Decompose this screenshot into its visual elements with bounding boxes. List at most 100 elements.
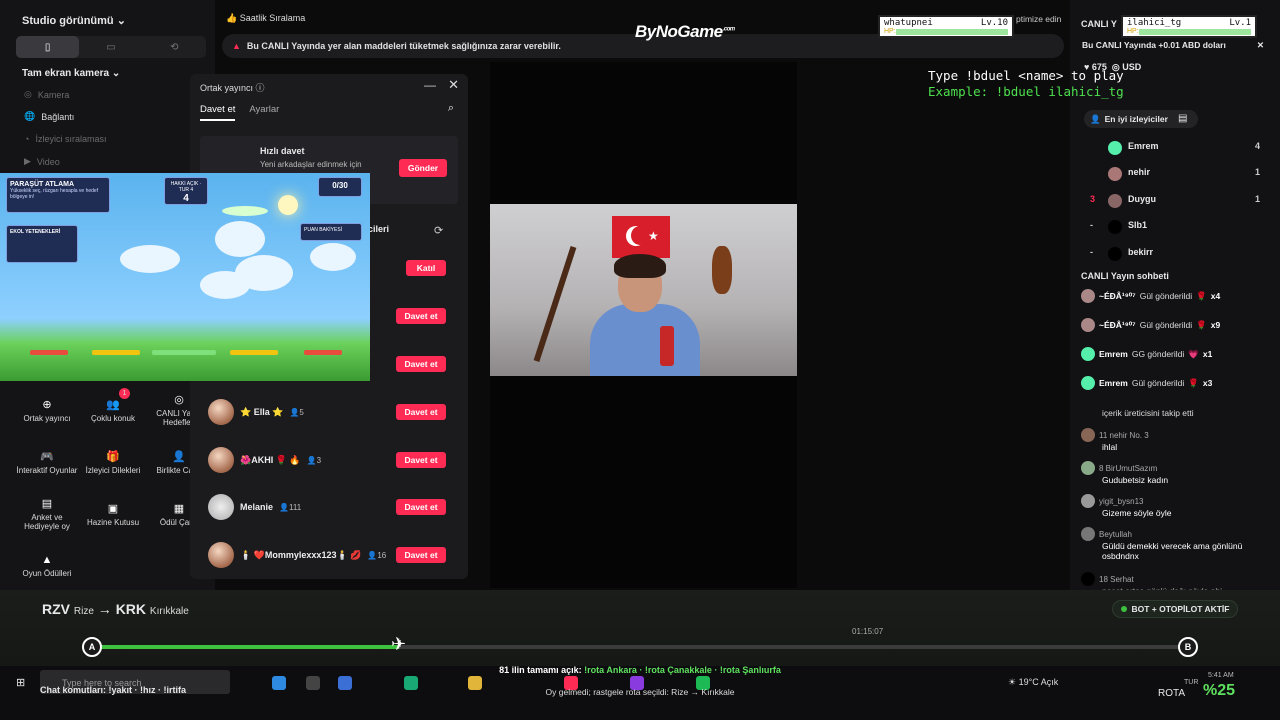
source-camera[interactable]: ◎ Kamera xyxy=(24,89,69,100)
chat-message: Beytullah Güldü demekki verecek ama gönl… xyxy=(1081,527,1271,561)
cohost-title: Ortak yayıncı ⓘ xyxy=(200,83,265,93)
streamer-hair xyxy=(614,254,666,278)
gift-message: Emrem GG gönderildi 💗 x1 xyxy=(1081,347,1212,361)
optimize-text: ptimize edin xyxy=(1016,14,1062,24)
studio-view-dropdown[interactable]: Studio görünümü ⌄ xyxy=(22,14,126,27)
send-button[interactable]: Gönder xyxy=(399,159,447,177)
users-icon: 👥 xyxy=(106,398,120,411)
quick-invite-desc: Yeni arkadaşlar edinmek için xyxy=(260,160,362,169)
duel-command-overlay: Type !bduel <name> to play Example: !bdu… xyxy=(928,68,1124,99)
avatar xyxy=(208,399,234,425)
close-icon[interactable]: ✕ xyxy=(448,77,459,93)
list-item: - bekirr xyxy=(1090,247,1260,261)
invite-button[interactable]: Davet et xyxy=(396,308,446,324)
cohost-tool[interactable]: ⊕ Ortak yayıncı xyxy=(16,388,78,432)
list-icon[interactable]: ▤ xyxy=(1178,113,1187,124)
tab-invite[interactable]: Davet et xyxy=(200,104,236,121)
source-video[interactable]: ▶ Video xyxy=(24,156,60,167)
microphone xyxy=(660,326,674,366)
invite-button[interactable]: Davet et xyxy=(396,356,446,372)
person-icon: 👤 xyxy=(172,450,186,463)
rota-percent: %25 xyxy=(1203,682,1236,699)
parachute-game: PARAŞÜT ATLAMA Yükseklik seç, rüzgarı he… xyxy=(0,173,370,381)
help-icon[interactable]: ⓘ xyxy=(256,83,265,93)
target-zone xyxy=(304,350,342,355)
skills-panel: EKOL YETENEKLERİ xyxy=(6,225,78,263)
game-rewards-tool[interactable]: ▲ Oyun Ödülleri xyxy=(16,544,78,588)
language-indicator[interactable]: TUR xyxy=(1184,679,1198,686)
route-start-node: A xyxy=(82,637,102,657)
gift-message: ~ÉÐÂ¹⁹⁰⁷ Gül gönderildi 🌹 x9 xyxy=(1081,318,1220,332)
gift-icon: 🎁 xyxy=(106,450,120,463)
opponent-hp-card: ilahici_tg Lv.1 HP: xyxy=(1121,15,1257,38)
autopilot-badge: BOT + OTOPİLOT AKTİF xyxy=(1112,600,1238,618)
interactive-games-tool[interactable]: 🎮 İnteraktif Oyunlar xyxy=(16,440,78,484)
multi-guest-tool[interactable]: 👥 Çoklu konuk 1 xyxy=(82,388,144,432)
cohost-tabs: Davet et Ayarlar xyxy=(200,104,279,121)
rotate-view-tab[interactable]: ⟲ xyxy=(143,36,206,58)
tablet-view-tab[interactable]: ▭ xyxy=(79,36,142,58)
follow-message: içerik üreticisini takip etti xyxy=(1102,408,1194,418)
avatar xyxy=(208,494,234,520)
rose-icon: 🌹 xyxy=(1188,377,1199,388)
fullscreen-camera-dropdown[interactable]: Tam ekran kamera ⌄ xyxy=(22,68,120,79)
clock: 5:41 AM xyxy=(1208,672,1234,679)
live-label: CANLI Y xyxy=(1081,19,1117,29)
person-icon: 👤 xyxy=(1090,113,1101,124)
viewer-count: 👤111 xyxy=(279,502,302,512)
tab-settings[interactable]: Ayarlar xyxy=(249,104,279,121)
chat-message: yigit_bysn13 Gizeme söyle öyle xyxy=(1081,494,1271,518)
earnings-ticker: Bu CANLI Yayında +0.01 ABD doları ✕ xyxy=(1082,40,1264,51)
globe-icon: 🌐 xyxy=(24,111,36,121)
route-bar xyxy=(0,590,1280,666)
tools-grid: ⊕ Ortak yayıncı 👥 Çoklu konuk 1 ◎ CANLI Yayı… xyxy=(16,388,210,588)
viewer-wishes-tool[interactable]: 🎁 İzleyici Dilekleri xyxy=(82,440,144,484)
sun xyxy=(278,195,298,215)
instrument-neck xyxy=(533,246,577,362)
chat-title: CANLI Yayın sohbeti xyxy=(1081,271,1169,281)
hourly-ranking[interactable]: 👍 Saatlik Sıralama xyxy=(226,13,305,24)
poll-tool[interactable]: ▤ Anket ve Hediyeyle oy xyxy=(16,492,78,536)
chat-message: 8 BirUmutSazım Gudubetsiz kadın xyxy=(1081,461,1271,485)
warning-icon: ▲ xyxy=(232,41,241,51)
game-title-panel: PARAŞÜT ATLAMA Yükseklik seç, rüzgarı he… xyxy=(6,177,110,213)
gg-icon: 💗 xyxy=(1188,348,1199,359)
weather-icon: ☀ xyxy=(1008,677,1019,687)
refresh-icon[interactable]: ⟳ xyxy=(434,224,443,237)
notification-badge: 1 xyxy=(119,388,130,399)
round-panel: HAKKI AÇIK · TUR 4 4 xyxy=(164,177,208,205)
invite-button[interactable]: Davet et xyxy=(396,404,446,420)
streamer-shirt xyxy=(590,304,700,376)
minimize-icon[interactable]: — xyxy=(424,78,436,92)
invite-button[interactable]: Davet et xyxy=(396,499,446,515)
cohost-icon: ⊕ xyxy=(42,398,52,411)
plane-icon: ✈ xyxy=(391,634,407,654)
weather-widget[interactable]: ☀ 19°C Açık xyxy=(1008,677,1058,688)
poll-icon: ▤ xyxy=(41,498,53,510)
list-item: Emrem 4 xyxy=(1090,141,1260,155)
phone-view-tab[interactable]: ▯ xyxy=(16,36,80,58)
rota-label: ROTA xyxy=(1158,688,1186,699)
list-item: 3 Duygu 1 xyxy=(1090,194,1260,208)
target-zone xyxy=(30,350,68,355)
invite-button[interactable]: Davet et xyxy=(396,547,446,563)
target-zone xyxy=(92,350,140,355)
section-label: cileri xyxy=(368,224,390,234)
source-viewer-ranking[interactable]: ◔ İzleyici sıralaması xyxy=(24,134,106,144)
route-progress xyxy=(92,645,399,649)
list-item: - Slb1 xyxy=(1090,220,1260,234)
source-link[interactable]: 🌐 Bağlantı xyxy=(24,111,74,122)
join-button[interactable]: Katıl xyxy=(406,260,446,276)
jump-counter: 0/30 xyxy=(318,177,362,197)
wheel-icon: ▦ xyxy=(173,502,185,515)
invite-button[interactable]: Davet et xyxy=(396,452,446,468)
viewer-count: 👤3 xyxy=(306,455,322,465)
plane-icon xyxy=(222,206,268,216)
close-icon[interactable]: ✕ xyxy=(1257,40,1264,51)
viewer-count: 👤5 xyxy=(289,407,304,417)
treasure-box-tool[interactable]: ▣ Hazine Kutusu xyxy=(82,492,144,536)
list-item: nehir 1 xyxy=(1090,167,1260,181)
camera-icon: ◎ xyxy=(24,89,32,99)
search-icon[interactable]: ⌕ xyxy=(448,102,454,115)
camera-feed: ★ xyxy=(490,204,797,376)
